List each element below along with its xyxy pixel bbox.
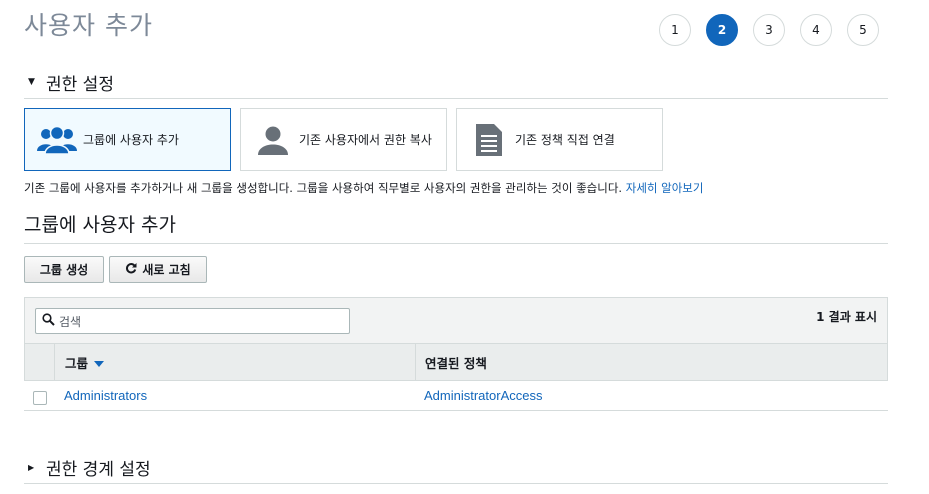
group-link[interactable]: Administrators [64, 388, 147, 403]
permissions-section-header[interactable]: ▼ 권한 설정 [24, 66, 888, 99]
step-1[interactable]: 1 [659, 14, 691, 46]
search-icon [42, 313, 55, 329]
groups-table: 검색 1 결과 표시 그룹 연결된 정책 Administrators Admi… [24, 297, 888, 411]
step-4[interactable]: 4 [800, 14, 832, 46]
result-count: 1 결과 표시 [816, 310, 877, 324]
permission-options: 그룹에 사용자 추가 기존 사용자에서 권한 복사 기존 정책 직접 연결 [24, 108, 663, 171]
option-attach-policies-label: 기존 정책 직접 연결 [515, 132, 615, 147]
step-2[interactable]: 2 [706, 14, 738, 46]
row-group-cell: Administrators [54, 388, 415, 403]
boundary-section-title: 권한 경계 설정 [46, 460, 151, 480]
option-attach-policies[interactable]: 기존 정책 직접 연결 [456, 108, 663, 171]
column-header-group-label: 그룹 [65, 355, 89, 371]
group-section-title: 그룹에 사용자 추가 [24, 210, 888, 244]
create-group-button[interactable]: 그룹 생성 [24, 256, 104, 283]
header-checkbox-col [25, 344, 55, 380]
table-header: 그룹 연결된 정책 [24, 343, 888, 381]
table-toolbar: 검색 1 결과 표시 [24, 297, 888, 343]
permissions-section-title: 권한 설정 [46, 74, 114, 95]
caret-down-icon: ▼ [28, 77, 35, 87]
boundary-section-header[interactable]: ▶ 권한 경계 설정 [24, 452, 888, 484]
row-policy-cell: AdministratorAccess [415, 388, 888, 403]
row-checkbox-cell [24, 387, 54, 405]
column-header-group[interactable]: 그룹 [55, 344, 416, 380]
user-icon [253, 120, 293, 160]
permissions-description: 기존 그룹에 사용자를 추가하거나 새 그룹을 생성합니다. 그룹을 사용하여 … [24, 180, 703, 196]
step-3[interactable]: 3 [753, 14, 785, 46]
document-icon [469, 120, 509, 160]
table-row[interactable]: Administrators AdministratorAccess [24, 381, 888, 411]
refresh-button[interactable]: 새로 고침 [109, 256, 207, 283]
users-group-icon [37, 120, 77, 160]
option-copy-permissions[interactable]: 기존 사용자에서 권한 복사 [240, 108, 447, 171]
step-5[interactable]: 5 [847, 14, 879, 46]
permissions-description-text: 기존 그룹에 사용자를 추가하거나 새 그룹을 생성합니다. 그룹을 사용하여 … [24, 181, 623, 195]
column-header-policy[interactable]: 연결된 정책 [416, 344, 887, 380]
policy-link[interactable]: AdministratorAccess [424, 388, 542, 403]
learn-more-link[interactable]: 자세히 알아보기 [626, 181, 704, 195]
refresh-icon [125, 262, 137, 277]
option-add-to-group[interactable]: 그룹에 사용자 추가 [24, 108, 231, 171]
row-checkbox[interactable] [33, 390, 47, 405]
option-add-to-group-label: 그룹에 사용자 추가 [83, 132, 179, 147]
search-placeholder: 검색 [59, 314, 82, 329]
wizard-steps: 1 2 3 4 5 [659, 14, 879, 46]
refresh-label: 새로 고침 [142, 263, 191, 277]
page-title: 사용자 추가 [24, 11, 153, 40]
option-copy-permissions-label: 기존 사용자에서 권한 복사 [299, 132, 432, 147]
caret-right-icon: ▶ [28, 463, 35, 472]
search-input[interactable]: 검색 [35, 308, 350, 334]
sort-desc-icon [94, 355, 105, 370]
